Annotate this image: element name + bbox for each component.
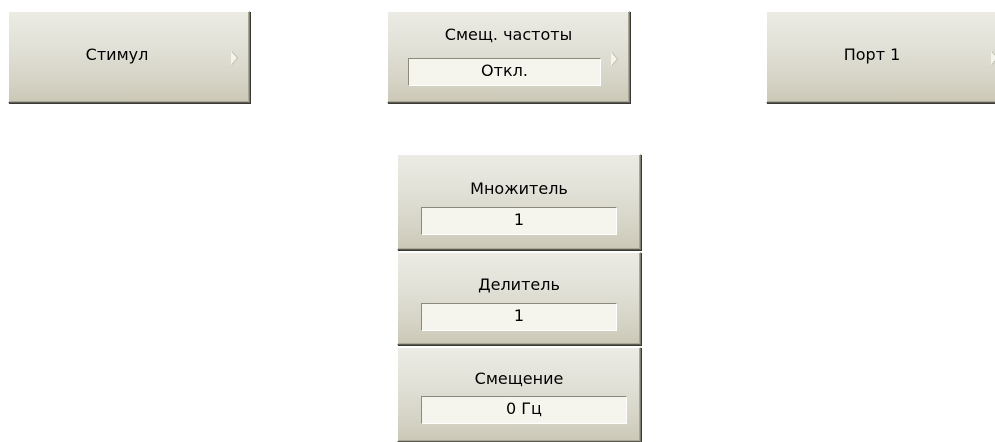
stimulus-button[interactable]: Стимул <box>8 11 250 103</box>
multiplier-button[interactable]: Множитель 1 <box>397 154 641 250</box>
offset-value-field: 0 Гц <box>421 396 627 424</box>
frequency-offset-button[interactable]: Смещ. частоты Откл. <box>387 11 630 103</box>
divider-value-field: 1 <box>421 303 617 331</box>
port-1-button[interactable]: Порт 1 <box>766 11 995 103</box>
offset-button[interactable]: Смещение 0 Гц <box>397 347 641 442</box>
stimulus-button-label: Стимул <box>85 45 149 64</box>
divider-label: Делитель <box>478 275 560 294</box>
offset-label: Смещение <box>474 369 564 388</box>
frequency-offset-label: Смещ. частоты <box>444 25 573 44</box>
port-1-button-label: Порт 1 <box>843 45 901 64</box>
frequency-offset-value: Откл. <box>408 58 601 86</box>
submenu-arrow-icon <box>611 52 617 66</box>
divider-button[interactable]: Делитель 1 <box>397 252 641 345</box>
submenu-arrow-icon <box>231 51 237 65</box>
submenu-arrow-icon <box>991 51 995 65</box>
multiplier-label: Множитель <box>470 179 568 198</box>
multiplier-value-field: 1 <box>421 207 617 235</box>
